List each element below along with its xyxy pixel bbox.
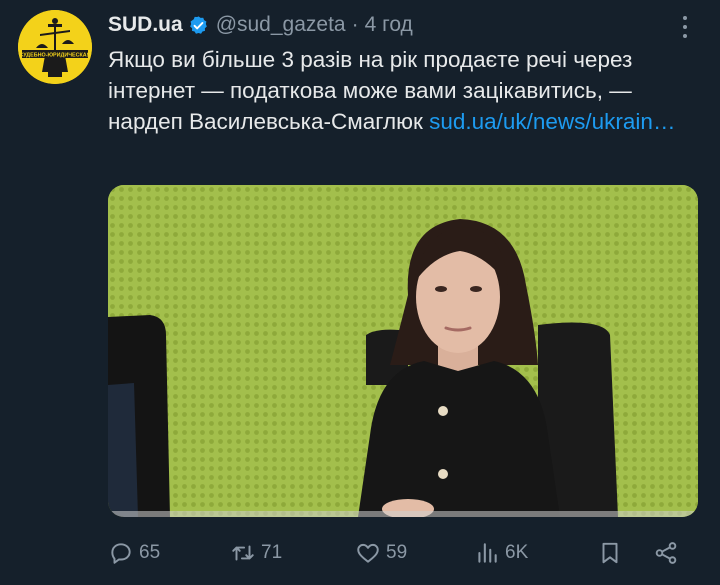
tweet-photo[interactable] xyxy=(108,185,698,517)
more-icon[interactable] xyxy=(676,16,694,38)
views-count: 6K xyxy=(505,542,529,563)
reply-icon xyxy=(111,543,131,564)
reply-button[interactable]: 65 xyxy=(108,540,160,566)
views-icon xyxy=(478,543,497,563)
tweet-time[interactable]: 4 год xyxy=(365,13,413,37)
tweet-link[interactable]: sud.ua/uk/news/ukrain… xyxy=(429,109,675,134)
avatar-wordmark: СУДЕБНО-ЮРИДИЧЕСКАЯ xyxy=(19,53,90,59)
header-separator: · xyxy=(351,13,359,36)
bookmark-icon xyxy=(602,542,618,564)
like-count: 59 xyxy=(386,542,408,563)
share-button[interactable] xyxy=(653,540,684,566)
like-icon xyxy=(357,543,379,563)
author-name[interactable]: SUD.ua xyxy=(108,13,183,37)
tweet-text: Якщо ви більше 3 разів на рік продаєте р… xyxy=(108,44,698,137)
repost-button[interactable]: 71 xyxy=(230,540,282,566)
tweet-actions: 65 71 59 6K xyxy=(108,536,698,570)
photo-illustration xyxy=(108,185,698,517)
repost-icon xyxy=(232,545,254,561)
avatar[interactable]: СУДЕБНО-ЮРИДИЧЕСКАЯ xyxy=(18,10,92,84)
bookmark-button[interactable] xyxy=(597,540,628,566)
share-icon xyxy=(655,542,677,564)
tweet-header: SUD.ua @sud_gazeta · 4 год xyxy=(108,10,413,40)
views-button[interactable]: 6K xyxy=(474,540,528,566)
repost-count: 71 xyxy=(261,542,283,563)
verified-icon xyxy=(189,15,207,34)
like-button[interactable]: 59 xyxy=(355,540,407,566)
reply-count: 65 xyxy=(139,542,161,563)
author-handle[interactable]: @sud_gazeta xyxy=(216,13,346,37)
avatar-logo: СУДЕБНО-ЮРИДИЧЕСКАЯ xyxy=(18,10,92,84)
